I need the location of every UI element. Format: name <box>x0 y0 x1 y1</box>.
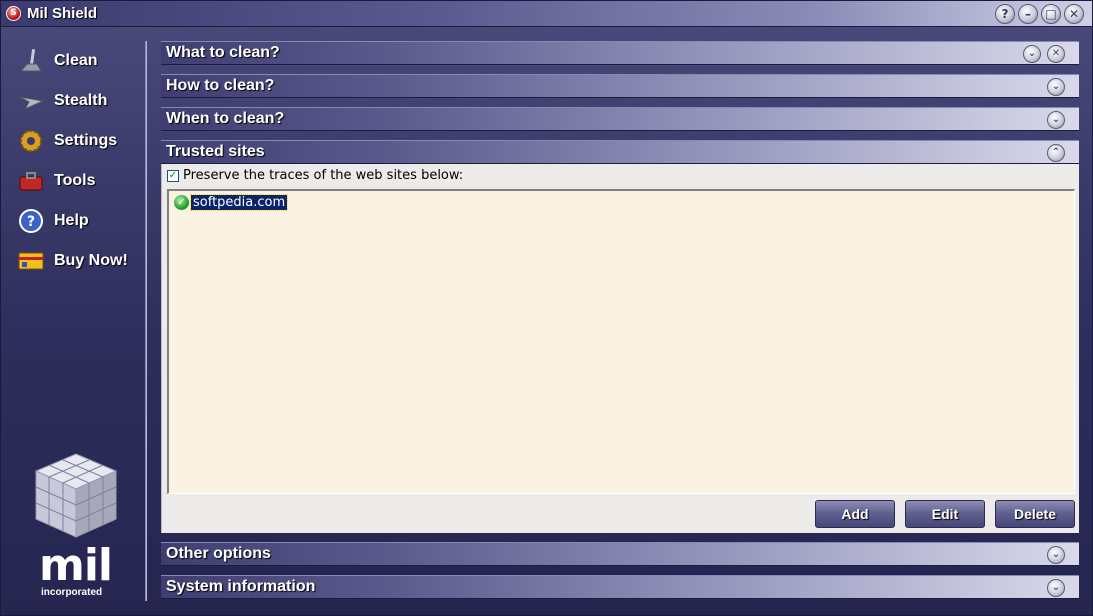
app-window: S Mil Shield ? – □ ✕ Clean Stealth Setti… <box>0 0 1093 616</box>
preserve-traces-label: Preserve the traces of the web sites bel… <box>183 168 464 183</box>
stealth-plane-icon <box>17 87 45 115</box>
shield-app-icon: S <box>6 6 21 21</box>
chevron-up-icon[interactable]: ⌃ <box>1047 144 1065 162</box>
trusted-sites-list[interactable]: ✓ softpedia.com <box>167 189 1075 494</box>
trusted-sites-panel: ✓ Preserve the traces of the web sites b… <box>161 164 1079 533</box>
sidebar-item-stealth[interactable]: Stealth <box>17 86 107 116</box>
chevron-down-icon[interactable]: ⌄ <box>1047 546 1065 564</box>
minimize-window-button[interactable]: – <box>1018 4 1038 24</box>
section-other-options[interactable]: Other options ⌄ <box>161 542 1079 566</box>
toolbox-icon <box>17 167 45 195</box>
section-what-to-clean[interactable]: What to clean? ⌄ ✕ <box>161 41 1079 65</box>
sidebar-item-tools[interactable]: Tools <box>17 166 95 196</box>
gear-icon <box>17 127 45 155</box>
broom-icon <box>17 47 45 75</box>
sidebar-item-label: Stealth <box>54 92 108 109</box>
section-title: When to clean? <box>166 110 285 127</box>
chevron-down-icon[interactable]: ⌄ <box>1047 111 1065 129</box>
window-controls: ? – □ ✕ <box>995 4 1084 24</box>
logo-text: mil <box>39 540 113 591</box>
sidebar-item-buy-now[interactable]: Buy Now! <box>17 246 128 276</box>
section-title: Other options <box>166 545 271 562</box>
add-button[interactable]: Add <box>815 500 895 528</box>
section-system-information[interactable]: System information ⌄ <box>161 575 1079 599</box>
preserve-traces-row[interactable]: ✓ Preserve the traces of the web sites b… <box>167 168 463 183</box>
sidebar-item-settings[interactable]: Settings <box>17 126 117 156</box>
list-item[interactable]: ✓ softpedia.com <box>174 194 289 211</box>
svg-text:?: ? <box>27 214 35 230</box>
section-how-to-clean[interactable]: How to clean? ⌄ <box>161 74 1079 98</box>
question-icon: ? <box>17 207 45 235</box>
sidebar-item-label: Clean <box>54 52 98 69</box>
section-title: What to clean? <box>166 44 280 61</box>
sidebar-divider <box>145 41 147 601</box>
help-window-button[interactable]: ? <box>995 4 1015 24</box>
chevron-down-icon[interactable]: ⌄ <box>1047 579 1065 597</box>
title-bar: S Mil Shield ? – □ ✕ <box>1 1 1092 27</box>
logo-subtext: incorporated <box>41 587 103 598</box>
preserve-traces-checkbox[interactable]: ✓ <box>167 169 179 182</box>
delete-button[interactable]: Delete <box>995 500 1075 528</box>
sidebar-item-clean[interactable]: Clean <box>17 46 98 76</box>
section-title: Trusted sites <box>166 143 265 160</box>
chevron-down-icon[interactable]: ⌄ <box>1023 45 1041 63</box>
section-trusted-sites[interactable]: Trusted sites ⌃ <box>161 140 1079 164</box>
maximize-window-button[interactable]: □ <box>1041 4 1061 24</box>
window-title: Mil Shield <box>27 5 98 22</box>
chevron-down-icon[interactable]: ⌄ <box>1047 78 1065 96</box>
credit-card-icon <box>17 247 45 275</box>
section-title: System information <box>166 578 316 595</box>
sidebar-item-label: Settings <box>54 132 118 149</box>
sidebar-item-label: Help <box>54 212 89 229</box>
sidebar-item-label: Tools <box>54 172 96 189</box>
section-when-to-clean[interactable]: When to clean? ⌄ <box>161 107 1079 131</box>
edit-button[interactable]: Edit <box>905 500 985 528</box>
site-name: softpedia.com <box>189 194 289 211</box>
sidebar-item-label: Buy Now! <box>54 252 128 269</box>
close-window-button[interactable]: ✕ <box>1064 4 1084 24</box>
sidebar-item-help[interactable]: ? Help <box>17 206 89 236</box>
checkmark-icon: ✓ <box>174 195 189 210</box>
close-icon[interactable]: ✕ <box>1047 45 1065 63</box>
section-title: How to clean? <box>166 77 275 94</box>
